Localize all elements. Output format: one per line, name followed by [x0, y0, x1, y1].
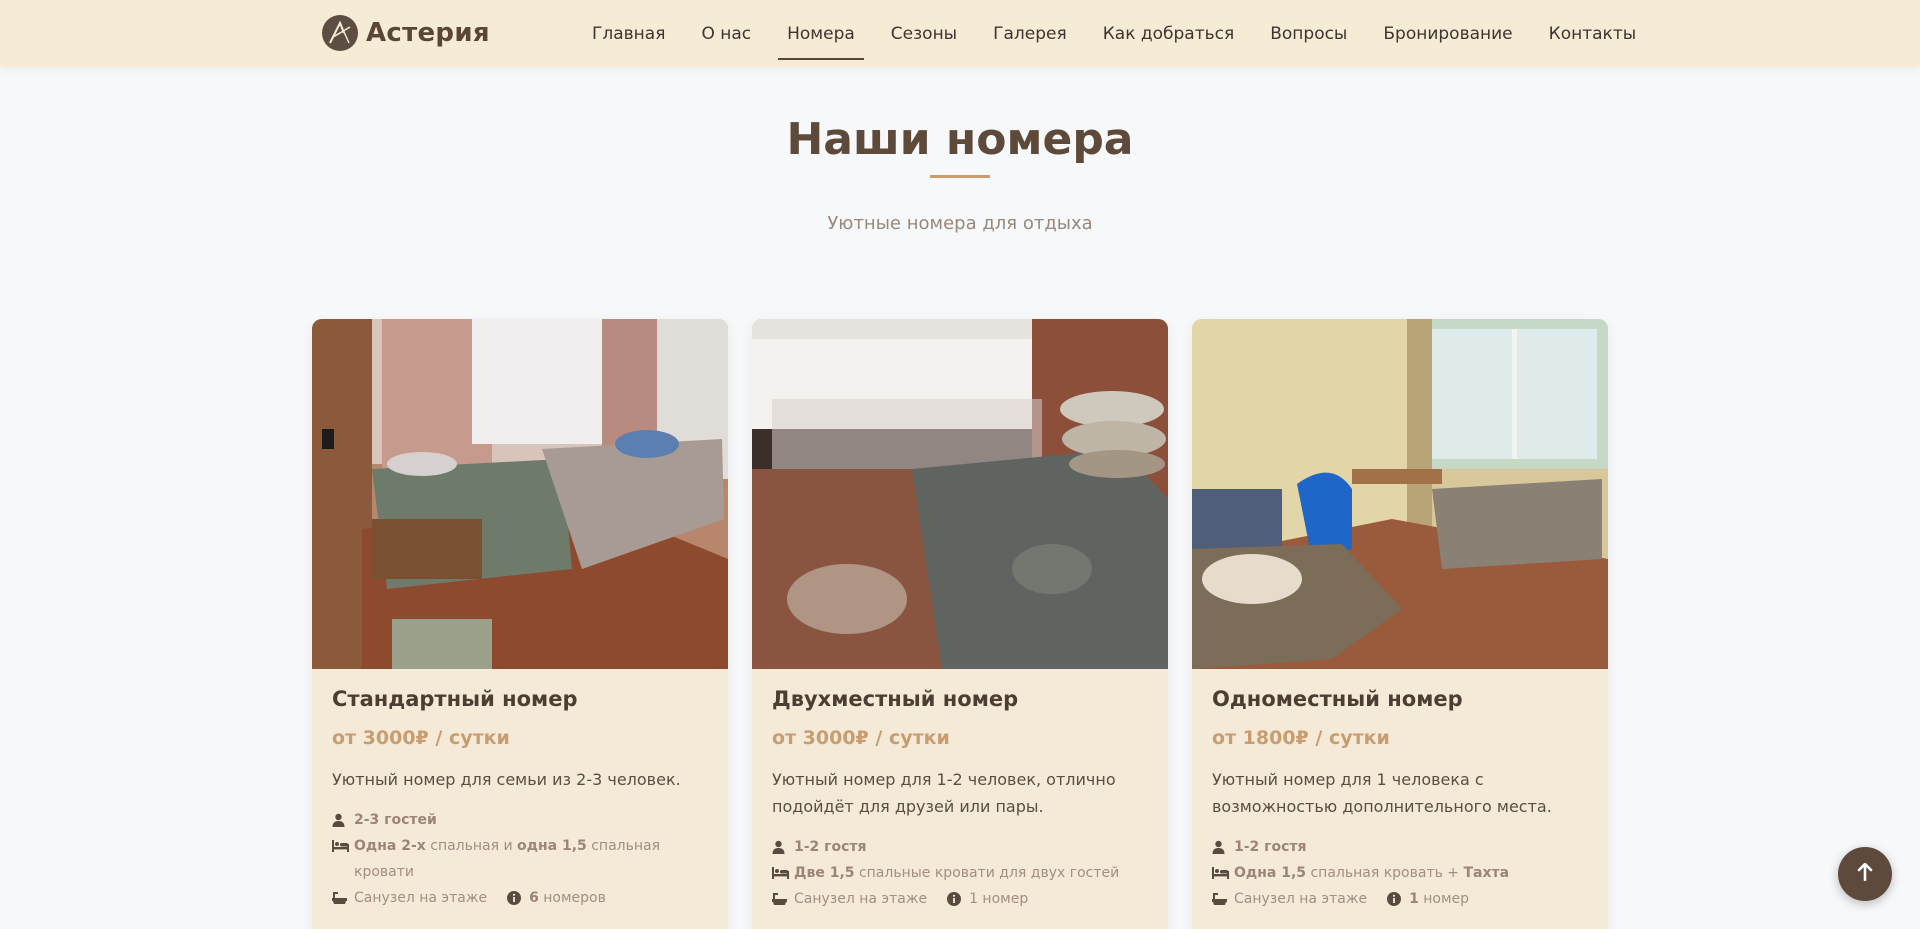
guests-value: 2-3 гостей	[354, 812, 437, 828]
room-description: Уютный номер для 1 человека с возможност…	[1212, 770, 1552, 816]
arrow-up-icon	[1857, 862, 1873, 887]
feature-guests: 1-2 гостя	[1212, 834, 1588, 860]
back-to-top-button[interactable]	[1838, 847, 1892, 901]
main-nav: Главная О нас Номера Сезоны Галерея Как …	[574, 0, 1654, 67]
beds-text-1: спальная и	[425, 838, 518, 854]
bath-icon	[772, 886, 794, 912]
bathroom-text: Санузел на этаже	[354, 890, 488, 906]
rooms-count-text: номер	[1418, 891, 1470, 907]
nav-item-home[interactable]: Главная	[574, 0, 683, 67]
feature-extra: Санузел на этаже 1 номер	[1212, 886, 1588, 912]
room-card-single[interactable]: Одноместный номер от 1800₽ / сутки Уютны…	[1192, 319, 1608, 929]
info-icon	[1387, 886, 1409, 912]
nav-item-rooms[interactable]: Номера	[769, 0, 873, 67]
asteria-logo-icon	[322, 15, 358, 51]
feature-extra: Санузел на этаже 6 номеров	[332, 885, 708, 911]
user-icon	[332, 807, 354, 833]
feature-beds: Одна 1,5 спальная кровать + Тахта	[1212, 860, 1588, 886]
room-price: от 3000₽ / сутки	[332, 727, 510, 749]
user-icon	[1212, 834, 1234, 860]
beds-text-1: спальная кровать +	[1306, 865, 1464, 881]
room-title: Стандартный номер	[332, 687, 578, 711]
beds-bold-2: Тахта	[1463, 865, 1510, 881]
beds-text-1: спальные кровати для двух гостей	[854, 865, 1120, 881]
site-header: Астерия Главная О нас Номера Сезоны Гале…	[0, 0, 1920, 67]
room-photo	[312, 319, 728, 669]
room-title: Одноместный номер	[1212, 687, 1463, 711]
room-price: от 1800₽ / сутки	[1212, 727, 1390, 749]
room-features: 1-2 гостя Одна 1,5 спальная кровать + Та…	[1212, 834, 1588, 912]
bathroom-text: Санузел на этаже	[1234, 891, 1368, 907]
user-icon	[772, 834, 794, 860]
nav-item-gallery[interactable]: Галерея	[975, 0, 1085, 67]
nav-item-contacts[interactable]: Контакты	[1531, 0, 1655, 67]
bed-icon	[332, 833, 354, 859]
guests-value: 1-2 гостя	[1234, 839, 1307, 855]
feature-guests: 2-3 гостей	[332, 807, 708, 833]
room-photo	[752, 319, 1168, 669]
room-card-standard[interactable]: Стандартный номер от 3000₽ / сутки Уютны…	[312, 319, 728, 929]
room-features: 2-3 гостей Одна 2-х спальная и одна 1,5 …	[332, 807, 708, 911]
title-divider	[930, 175, 990, 178]
room-description: Уютный номер для семьи из 2-3 человек.	[332, 770, 681, 789]
room-photo	[1192, 319, 1608, 669]
guests-value: 1-2 гостя	[794, 839, 867, 855]
page-subtitle: Уютные номера для отдыха	[827, 213, 1093, 234]
rooms-count-bold: 6	[529, 890, 539, 906]
info-icon	[507, 885, 529, 911]
rooms-count-bold: 1	[1409, 891, 1419, 907]
room-features: 1-2 гостя Две 1,5 спальные кровати для д…	[772, 834, 1148, 912]
feature-beds: Одна 2-х спальная и одна 1,5 спальная кр…	[332, 833, 708, 885]
rooms-count-text: номеров	[538, 890, 606, 906]
page-title: Наши номера	[786, 114, 1134, 165]
room-description: Уютный номер для 1-2 человек, отлично по…	[772, 770, 1116, 816]
bed-icon	[1212, 860, 1234, 886]
feature-extra: Санузел на этаже 1 номер	[772, 886, 1148, 912]
beds-bold-1: Одна 1,5	[1234, 865, 1307, 881]
nav-item-faq[interactable]: Вопросы	[1252, 0, 1365, 67]
beds-bold-2: одна 1,5	[517, 838, 587, 854]
nav-item-directions[interactable]: Как добраться	[1085, 0, 1253, 67]
bed-icon	[772, 860, 794, 886]
bath-icon	[1212, 886, 1234, 912]
room-title: Двухместный номер	[772, 687, 1019, 711]
nav-item-seasons[interactable]: Сезоны	[873, 0, 975, 67]
rooms-count-text: 1 номер	[969, 891, 1029, 907]
brand-name: Астерия	[366, 18, 490, 48]
bathroom-text: Санузел на этаже	[794, 891, 928, 907]
feature-beds: Две 1,5 спальные кровати для двух гостей	[772, 860, 1148, 886]
beds-bold-1: Две 1,5	[794, 865, 855, 881]
brand-logo[interactable]: Астерия	[322, 14, 490, 52]
feature-guests: 1-2 гостя	[772, 834, 1148, 860]
bath-icon	[332, 885, 354, 911]
room-price: от 3000₽ / сутки	[772, 727, 950, 749]
room-card-double[interactable]: Двухместный номер от 3000₽ / сутки Уютны…	[752, 319, 1168, 929]
info-icon	[947, 886, 969, 912]
beds-bold-1: Одна 2-х	[354, 838, 426, 854]
nav-item-booking[interactable]: Бронирование	[1365, 0, 1530, 67]
nav-item-about[interactable]: О нас	[683, 0, 769, 67]
